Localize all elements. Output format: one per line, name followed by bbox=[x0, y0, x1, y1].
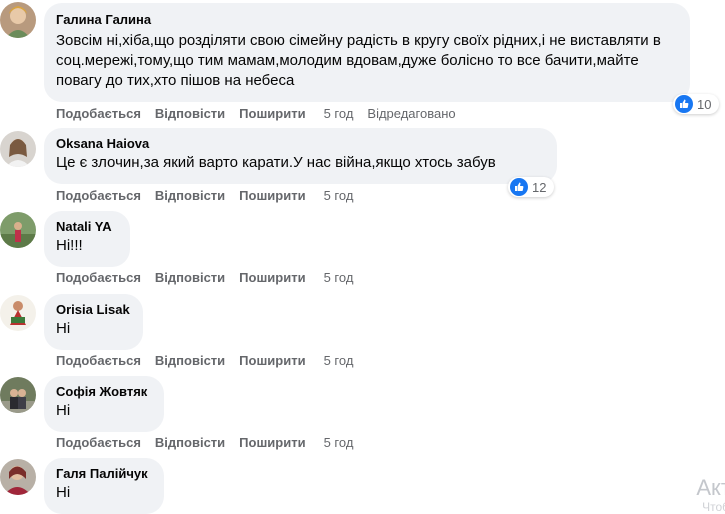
timestamp[interactable]: 5 год bbox=[324, 353, 354, 369]
timestamp[interactable]: 5 год bbox=[324, 435, 354, 451]
like-button[interactable]: Подобається bbox=[56, 353, 141, 369]
comment-author[interactable]: Галина Галина bbox=[56, 12, 678, 28]
reaction-count[interactable]: 10 bbox=[673, 94, 719, 114]
comment-author[interactable]: Natali YA bbox=[56, 219, 118, 235]
comment-text: Ні!!! bbox=[56, 237, 83, 254]
comment-bubble: Софія Жовтяк Ні bbox=[44, 376, 164, 432]
share-button[interactable]: Поширити bbox=[239, 435, 305, 451]
comment-text: Ні bbox=[56, 320, 71, 337]
comment-text: Ні bbox=[56, 402, 71, 419]
comment-author[interactable]: Софія Жовтяк bbox=[56, 384, 152, 400]
comment-author[interactable]: Oksana Haiova bbox=[56, 136, 545, 152]
edited-label: Відредаговано bbox=[367, 106, 456, 121]
thumbs-up-icon bbox=[510, 178, 528, 196]
comment-author[interactable]: Галя Палійчук bbox=[56, 466, 152, 482]
comment-actions: Подобається Відповісти Поширити 5 год Відред… bbox=[56, 106, 456, 122]
reaction-number: 10 bbox=[697, 96, 712, 112]
reply-button[interactable]: Відповісти bbox=[155, 106, 225, 122]
comment-text: Зовсім ні,хіба,що розділяти свою сімейну… bbox=[56, 32, 661, 89]
comment-actions: Подобається Відповісти Поширити 5 год bbox=[56, 270, 367, 286]
timestamp[interactable]: 5 год bbox=[324, 106, 354, 122]
comment-actions: Подобається Відповісти Поширити 5 год bbox=[56, 188, 367, 204]
comment-text: Ні bbox=[56, 484, 71, 501]
comment-bubble: Natali YA Ні!!! bbox=[44, 211, 130, 267]
activate-windows-watermark: Акт bbox=[696, 475, 725, 500]
thumbs-up-icon bbox=[675, 95, 693, 113]
share-button[interactable]: Поширити bbox=[239, 106, 305, 122]
avatar[interactable] bbox=[0, 131, 36, 167]
avatar[interactable] bbox=[0, 377, 36, 413]
reaction-count[interactable]: 12 bbox=[508, 177, 554, 197]
comment-bubble: Галя Палійчук Ні bbox=[44, 458, 164, 514]
comment-bubble: Oksana Haiova Це є злочин,за який варто … bbox=[44, 128, 557, 184]
comment-text: Це є злочин,за який варто карати.У нас в… bbox=[56, 154, 496, 171]
avatar[interactable] bbox=[0, 2, 36, 38]
comment-actions: Подобається Відповісти Поширити 5 год bbox=[56, 435, 367, 451]
reply-button[interactable]: Відповісти bbox=[155, 188, 225, 204]
like-button[interactable]: Подобається bbox=[56, 106, 141, 122]
timestamp[interactable]: 5 год bbox=[324, 270, 354, 286]
reply-button[interactable]: Відповісти bbox=[155, 270, 225, 286]
share-button[interactable]: Поширити bbox=[239, 270, 305, 286]
timestamp[interactable]: 5 год bbox=[324, 188, 354, 204]
comment-bubble: Галина Галина Зовсім ні,хіба,що розділят… bbox=[44, 3, 690, 102]
reply-button[interactable]: Відповісти bbox=[155, 353, 225, 369]
avatar[interactable] bbox=[0, 295, 36, 331]
comment-author[interactable]: Orisia Lisak bbox=[56, 302, 131, 318]
comment-actions: Подобається Відповісти Поширити 5 год bbox=[56, 353, 367, 369]
avatar[interactable] bbox=[0, 212, 36, 248]
like-button[interactable]: Подобається bbox=[56, 270, 141, 286]
avatar[interactable] bbox=[0, 459, 36, 495]
comment-bubble: Orisia Lisak Ні bbox=[44, 294, 143, 350]
share-button[interactable]: Поширити bbox=[239, 188, 305, 204]
reply-button[interactable]: Відповісти bbox=[155, 435, 225, 451]
like-button[interactable]: Подобається bbox=[56, 188, 141, 204]
reaction-number: 12 bbox=[532, 179, 547, 195]
share-button[interactable]: Поширити bbox=[239, 353, 305, 369]
like-button[interactable]: Подобається bbox=[56, 435, 141, 451]
